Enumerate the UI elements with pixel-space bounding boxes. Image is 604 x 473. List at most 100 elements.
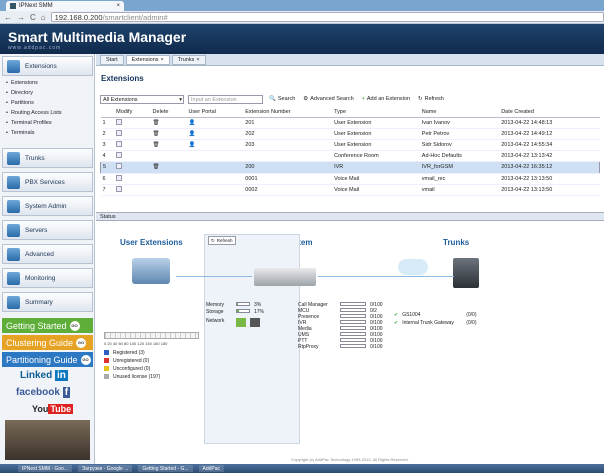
modify-icon[interactable] <box>116 129 123 136</box>
url-path: /smartclient/admin# <box>102 13 168 22</box>
legend-unused-license: Unused license (197) <box>104 374 160 380</box>
taskbar-item[interactable]: AddPac <box>198 465 225 472</box>
add-icon: + <box>361 96 365 102</box>
trunks-label: Trunks <box>443 238 470 247</box>
storage-stat: Storage 17% <box>206 309 265 315</box>
table-row[interactable]: 3 🗑 👤 203 User Extension Sidr Sidorov 2013-04-… <box>100 139 600 151</box>
user-portal-icon[interactable]: 👤 <box>186 139 244 151</box>
taskbar-item[interactable]: Getting Started - G... <box>138 465 193 472</box>
refresh-icon: ↻ <box>418 96 423 102</box>
extension-search-input[interactable]: Input an Extension <box>188 94 263 104</box>
tab-start[interactable]: Start <box>100 55 124 65</box>
delete-icon[interactable]: 🗑 <box>150 117 187 129</box>
table-row[interactable]: 4 Conference Room Ad-Hoc Defaults 2013-04-2… <box>100 150 600 162</box>
modify-icon[interactable] <box>116 174 123 181</box>
close-icon[interactable]: × <box>161 57 164 63</box>
browser-tab[interactable]: IPNext SMM × <box>6 1 124 11</box>
col-modify: Modify <box>114 108 151 118</box>
sidebar-section-monitoring[interactable]: Monitoring <box>2 268 93 288</box>
table-row[interactable]: 6 0001 Voice Mail vmail_rec 2013-04-22 13:13… <box>100 173 600 185</box>
servers-icon <box>7 223 20 237</box>
facebook-link[interactable]: facebook f <box>16 387 71 398</box>
sidebar-item-directory[interactable]: • Directory <box>6 90 33 96</box>
product-video-thumbnail[interactable] <box>5 420 90 460</box>
system-admin-icon <box>7 199 20 213</box>
app-subtitle: www.addpac.com <box>8 45 62 51</box>
clustering-guide[interactable]: Clustering Guide GO <box>2 335 93 350</box>
table-row[interactable]: 2 🗑 👤 202 User Extension Petr Petrov 2013-04-2… <box>100 128 600 140</box>
legend-swatch <box>104 366 109 371</box>
search-button[interactable]: 🔍 Search <box>267 95 297 104</box>
sidebar-item-extensions[interactable]: • Extensions <box>6 80 38 86</box>
modify-icon[interactable] <box>116 118 123 125</box>
col-name: Name <box>419 108 500 118</box>
legend-registered: Registered (3) <box>104 350 145 356</box>
trunks-icon <box>7 151 20 165</box>
sidebar-section-summary[interactable]: Summary <box>2 292 93 312</box>
getting-started-guide[interactable]: Getting Started GO <box>2 318 93 333</box>
sidebar-section-advanced[interactable]: Advanced <box>2 244 93 264</box>
browser-tabstrip: IPNext SMM × <box>0 0 604 11</box>
back-icon[interactable]: ← <box>4 13 12 22</box>
user-portal-icon[interactable]: 👤 <box>186 117 244 129</box>
search-icon: 🔍 <box>269 96 276 102</box>
forward-icon[interactable]: → <box>17 13 25 22</box>
partitioning-guide[interactable]: Partitioning Guide GO <box>2 352 93 367</box>
refresh-button[interactable]: ↻ Refresh <box>208 236 236 245</box>
linkedin-link[interactable]: Linked in <box>20 370 68 381</box>
modify-icon[interactable] <box>116 151 123 158</box>
youtube-link[interactable]: You Tube <box>32 404 74 414</box>
advanced-search-icon: ⚙ <box>303 96 309 102</box>
sidebar-section-trunks[interactable]: Trunks <box>2 148 93 168</box>
refresh-icon: ↻ <box>211 237 215 243</box>
page-title: Extensions <box>101 74 144 83</box>
sidebar-item-partitions[interactable]: • Partitions <box>6 100 34 106</box>
go-icon: GO <box>80 354 91 365</box>
modify-icon[interactable] <box>116 140 123 147</box>
reload-icon[interactable]: C <box>30 13 36 22</box>
extension-filter-select[interactable]: All Extensions ▾ <box>100 94 184 104</box>
taskbar-item[interactable]: IPNext SMM - Goo... <box>18 465 73 472</box>
table-row[interactable]: 5 🗑 200 IVR IVR_forGSM 2013-04-22 16:35:12 <box>100 161 600 174</box>
favicon-icon <box>10 3 16 9</box>
sidebar-section-servers[interactable]: Servers <box>2 220 93 240</box>
tab-extensions[interactable]: Extensions × <box>125 55 170 65</box>
sidebar-item-routing-access-lists[interactable]: • Routing Access Lists <box>6 110 62 116</box>
table-row[interactable]: 7 0002 Voice Mail vmail 2013-04-22 13:13:50 <box>100 184 600 196</box>
status-tab[interactable]: Status <box>96 212 604 221</box>
memory-stat: Memory 3% <box>206 302 262 308</box>
check-icon: ✔ <box>394 320 399 326</box>
refresh-button[interactable]: ↻ Refresh <box>416 95 446 104</box>
sidebar-section-extensions[interactable]: Extensions <box>2 56 93 76</box>
system-panel <box>204 234 300 444</box>
url-host: 192.168.0.200 <box>54 13 103 22</box>
delete-icon[interactable]: 🗑 <box>150 128 187 140</box>
taskbar-item[interactable]: Загрузки - Google ... <box>78 465 133 472</box>
close-icon[interactable]: × <box>196 57 199 63</box>
close-icon[interactable]: × <box>116 3 120 9</box>
extensions-toolbar: All Extensions ▾ Input an Extension 🔍 Sear… <box>100 94 600 104</box>
tab-trunks[interactable]: Trunks × <box>171 55 206 65</box>
address-bar[interactable]: 192.168.0.200/smartclient/admin# <box>50 12 604 22</box>
table-row[interactable]: 1 🗑 👤 201 User Extension Ivan Ivanov 2013-04-2… <box>100 117 600 129</box>
modify-icon[interactable] <box>116 185 123 192</box>
col-type: Type <box>332 108 420 118</box>
sidebar-section-system-admin[interactable]: System Admin <box>2 196 93 216</box>
connection-line <box>318 276 454 277</box>
trunk-item: ✔ GS1004 (0/0) <box>394 312 477 318</box>
status-diagram: User Extensions System Trunks ↻Refresh 0… <box>96 222 604 464</box>
user-portal-icon[interactable]: 👤 <box>186 128 244 140</box>
add-extension-button[interactable]: + Add an Extension <box>360 95 412 104</box>
advanced-search-button[interactable]: ⚙ Advanced Search <box>301 95 355 104</box>
extensions-table: Modify Delete User Portal Extension Numb… <box>100 108 600 196</box>
sidebar-item-terminals[interactable]: • Terminals <box>6 130 34 136</box>
delete-icon[interactable]: 🗑 <box>150 139 187 151</box>
delete-icon[interactable]: 🗑 <box>150 161 187 174</box>
sidebar-section-pbx-services[interactable]: PBX Services <box>2 172 93 192</box>
tab-bar: Start Extensions × Trunks × <box>96 54 604 66</box>
sidebar-item-terminal-profiles[interactable]: • Terminal Profiles <box>6 120 52 126</box>
main-panel: Start Extensions × Trunks × Extensions All… <box>96 54 604 464</box>
copyright-footer: Copyright (c) AddPac Technology 1999-201… <box>291 457 409 462</box>
modify-icon[interactable] <box>116 162 123 169</box>
home-icon[interactable]: ⌂ <box>41 13 46 22</box>
